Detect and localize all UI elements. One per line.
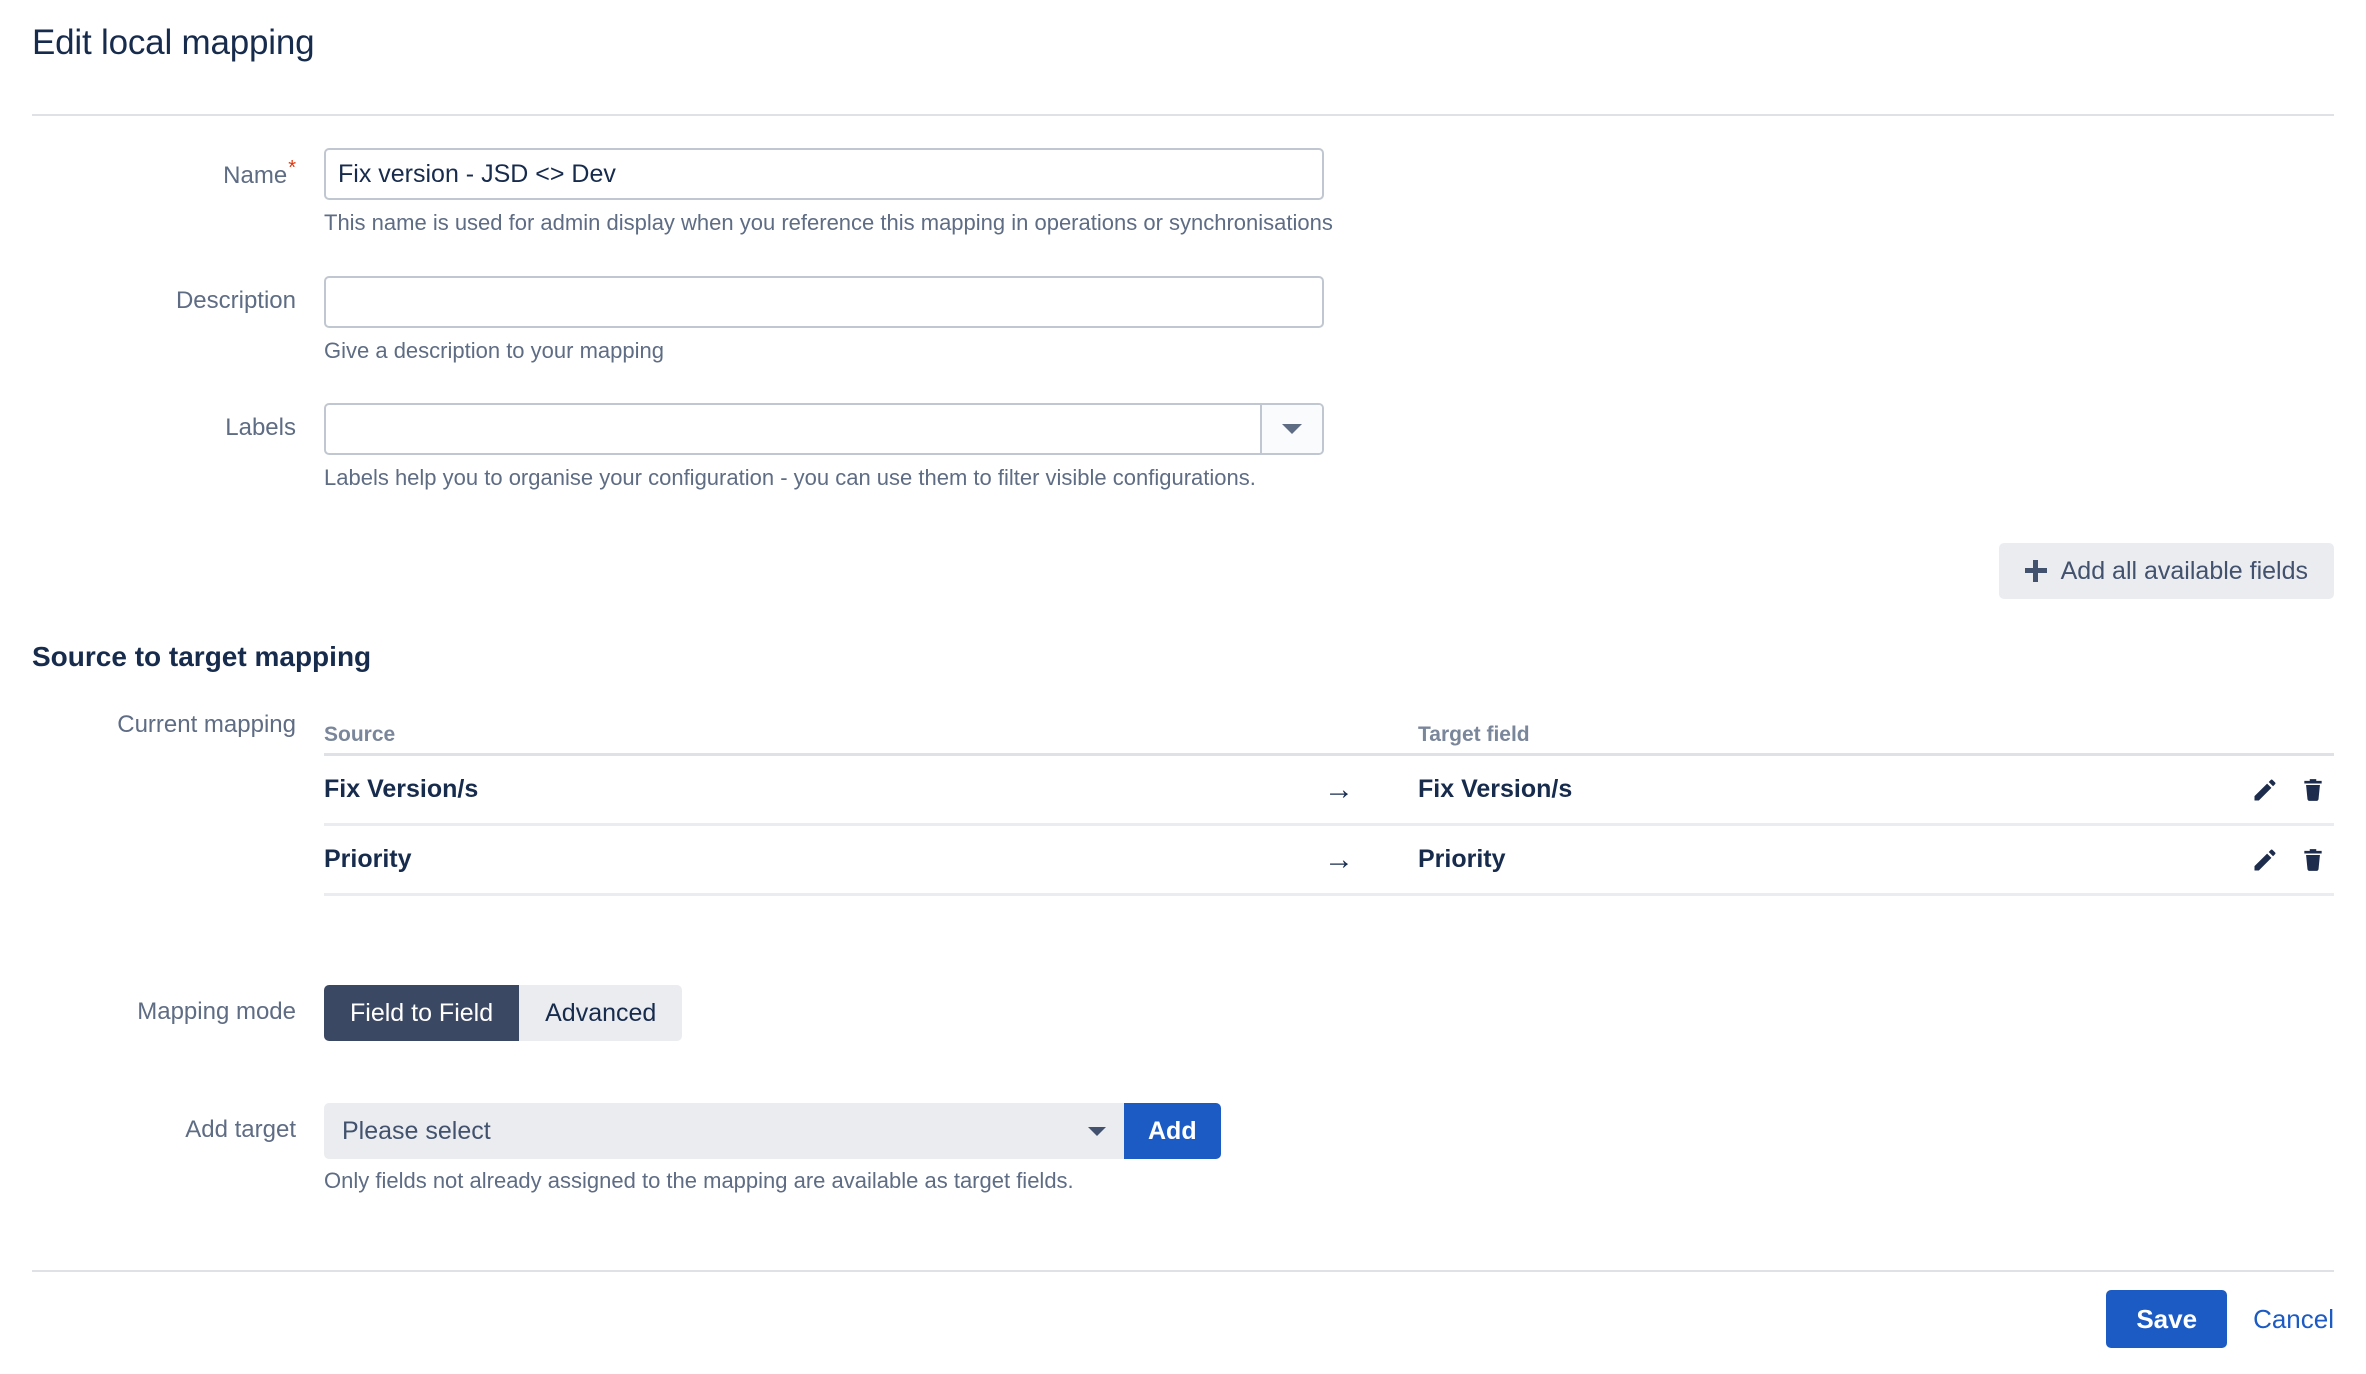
edit-mapping-button[interactable]	[2250, 775, 2280, 805]
column-header-source-cell: Source	[324, 723, 1324, 747]
row-source-cell: Priority	[324, 845, 1324, 874]
name-help-text: This name is used for admin display when…	[324, 209, 1333, 237]
plus-icon	[2025, 560, 2047, 582]
mapping-mode-advanced[interactable]: Advanced	[519, 985, 682, 1041]
arrow-right-icon: →	[1324, 775, 1418, 805]
header-divider	[32, 114, 2334, 116]
description-help-text: Give a description to your mapping	[324, 337, 664, 365]
mapping-mode-toggle-group: Field to Field Advanced	[324, 985, 682, 1041]
chevron-down-icon	[1282, 424, 1302, 434]
chevron-down-icon	[1088, 1127, 1106, 1136]
mapping-table: Source Target field Fix Version/s → Fix …	[324, 710, 2334, 896]
current-mapping-label: Current mapping	[0, 710, 296, 740]
labels-dropdown-toggle[interactable]	[1260, 405, 1322, 453]
description-label: Description	[0, 286, 296, 316]
row-target-cell: Fix Version/s	[1418, 775, 2204, 804]
add-target-button[interactable]: Add	[1124, 1103, 1221, 1159]
row-source-cell: Fix Version/s	[324, 775, 1324, 804]
required-asterisk-icon: *	[288, 157, 296, 179]
row-source-value: Fix Version/s	[324, 775, 478, 803]
add-all-available-fields-button[interactable]: Add all available fields	[1999, 543, 2334, 599]
row-actions	[2204, 845, 2334, 875]
footer-divider	[32, 1270, 2334, 1272]
column-header-source: Source	[324, 723, 395, 746]
delete-mapping-button[interactable]	[2298, 845, 2328, 875]
delete-mapping-button[interactable]	[2298, 775, 2328, 805]
table-row: Priority → Priority	[324, 826, 2334, 896]
name-label-text: Name	[223, 162, 287, 189]
labels-input[interactable]	[326, 405, 1260, 453]
add-all-available-fields-label: Add all available fields	[2061, 557, 2308, 586]
row-target-value: Fix Version/s	[1418, 775, 1572, 803]
page-title: Edit local mapping	[32, 22, 314, 64]
column-header-target-cell: Target field	[1418, 723, 2334, 747]
labels-select[interactable]	[324, 403, 1324, 455]
trash-icon	[2300, 776, 2326, 804]
arrow-right-icon: →	[1324, 845, 1418, 875]
add-target-label: Add target	[0, 1115, 296, 1145]
description-input[interactable]	[324, 276, 1324, 328]
mapping-table-header: Source Target field	[324, 710, 2334, 756]
add-target-selected-value: Please select	[342, 1117, 1088, 1146]
trash-icon	[2300, 846, 2326, 874]
add-target-help-text: Only fields not already assigned to the …	[324, 1167, 1074, 1195]
mapping-mode-field-to-field[interactable]: Field to Field	[324, 985, 519, 1041]
table-row: Fix Version/s → Fix Version/s	[324, 756, 2334, 826]
pencil-icon	[2251, 846, 2279, 874]
save-button[interactable]: Save	[2106, 1290, 2227, 1348]
row-target-value: Priority	[1418, 845, 1506, 873]
name-label: Name*	[0, 158, 296, 191]
column-header-target-field: Target field	[1418, 723, 1530, 746]
name-input[interactable]	[324, 148, 1324, 200]
source-to-target-heading: Source to target mapping	[32, 640, 371, 674]
labels-label: Labels	[0, 413, 296, 443]
add-target-select[interactable]: Please select	[324, 1103, 1124, 1159]
cancel-button[interactable]: Cancel	[2253, 1304, 2334, 1335]
mapping-mode-label: Mapping mode	[0, 997, 296, 1027]
row-source-value: Priority	[324, 845, 412, 873]
add-target-controls: Please select Add	[324, 1103, 1221, 1159]
row-actions	[2204, 775, 2334, 805]
labels-help-text: Labels help you to organise your configu…	[324, 464, 1256, 492]
edit-mapping-button[interactable]	[2250, 845, 2280, 875]
footer-actions: Save Cancel	[2106, 1290, 2334, 1348]
pencil-icon	[2251, 776, 2279, 804]
row-target-cell: Priority	[1418, 845, 2204, 874]
